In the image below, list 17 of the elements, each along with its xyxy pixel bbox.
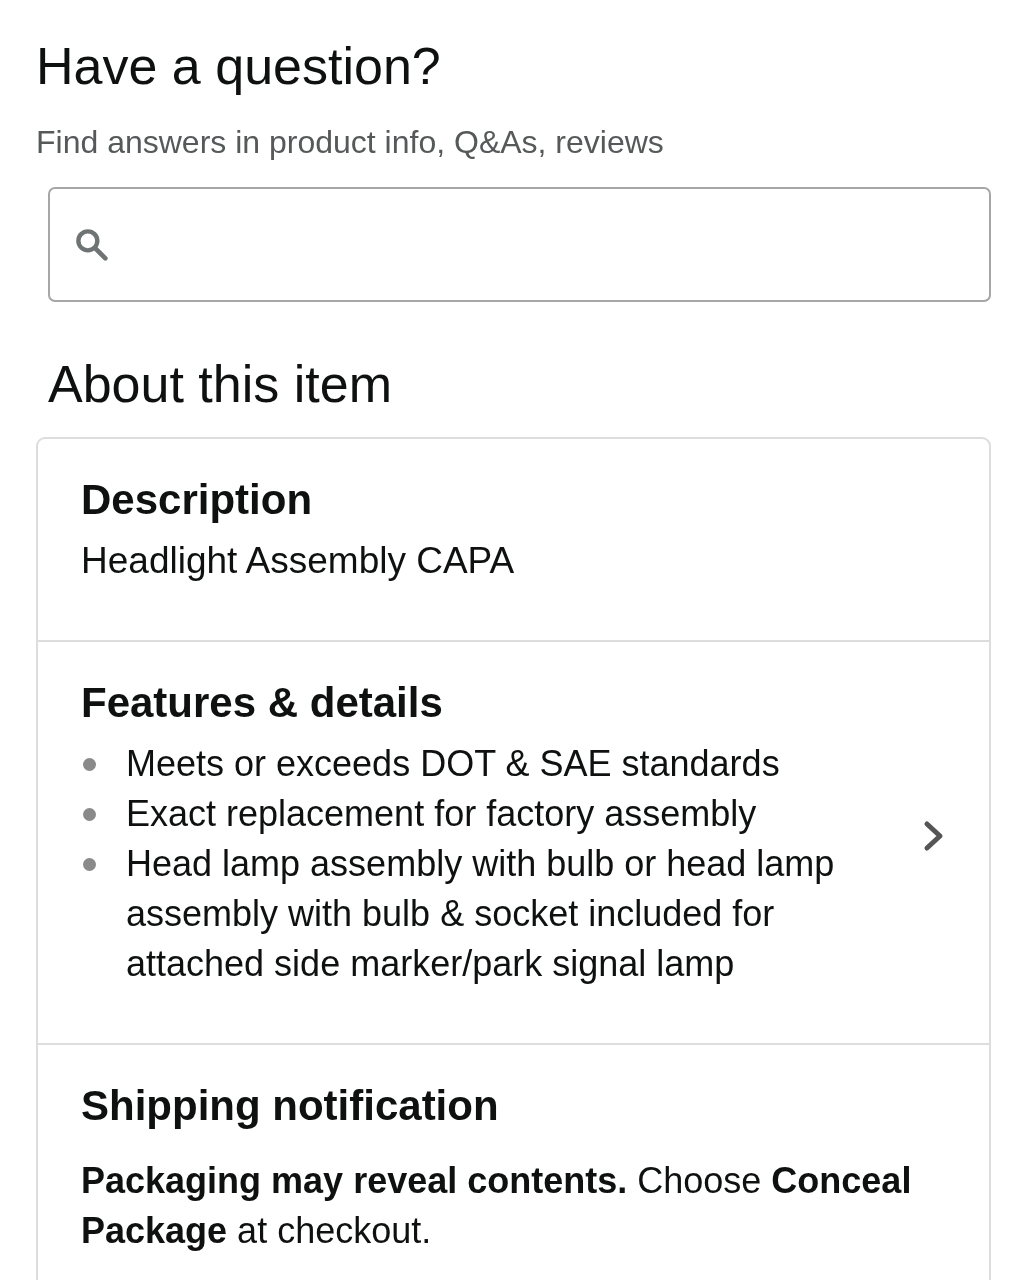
bullet-icon [83,808,96,821]
notice-text: Packaging may reveal contents. Choose Conceal Package at checkout. [81,1159,913,1253]
section-heading: About this item [48,354,393,415]
chevron-icon[interactable] [923,819,945,852]
search-hint: Find answers in product info, Q&As, reviews [36,123,665,162]
description-text: Headlight Assembly CAPA [81,539,516,583]
section-title: Shipping notification [81,1081,500,1131]
section-heading: Have a question? [36,36,442,97]
bullet-icon [83,758,96,771]
search-icon [74,227,109,262]
feature-text: Meets or exceeds DOT & SAE standards [126,742,780,786]
search-field[interactable] [48,187,991,302]
section-title: Features & details [81,678,444,728]
feature-text: Exact replacement for factory assembly [126,792,757,836]
bullet-icon [83,858,96,871]
feature-text: Head lamp assembly with bulb or head lamp assembly with bulb & socket included for attached side marker/park signal lamp [126,842,836,986]
section-title: Description [81,475,314,525]
